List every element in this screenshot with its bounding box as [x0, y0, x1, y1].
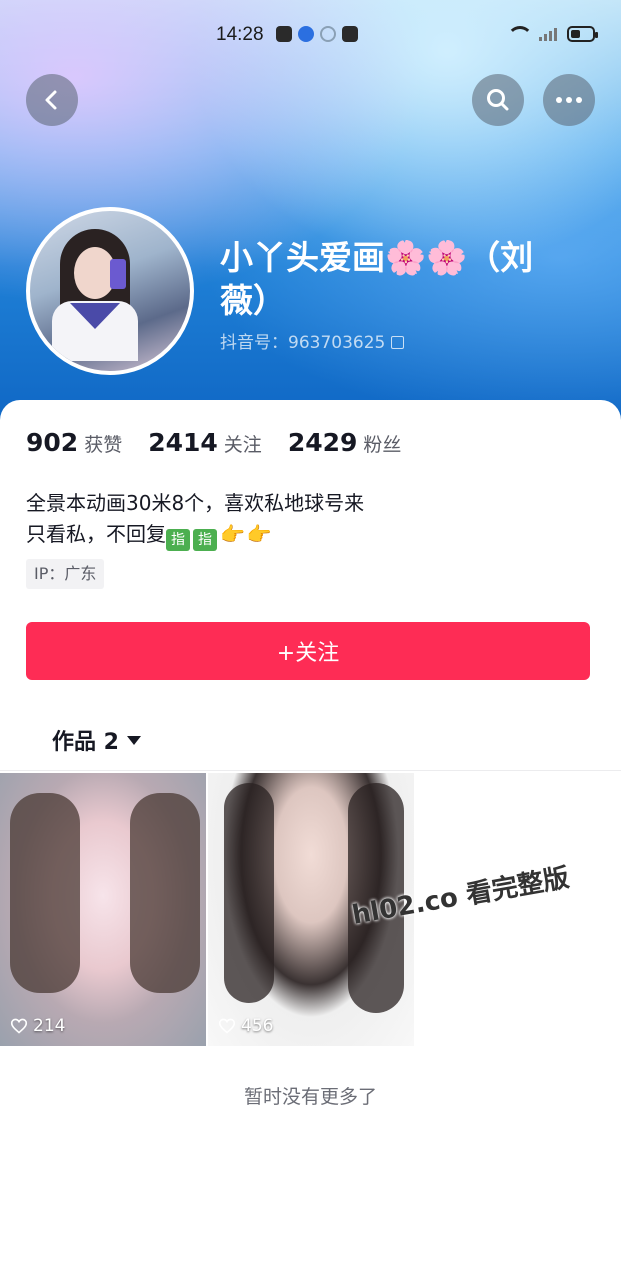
tab-works-label: 作品 2: [52, 730, 119, 755]
stat-value: 2429: [287, 428, 358, 457]
more-button[interactable]: [543, 74, 595, 126]
ip-location-badge: IP：广东: [26, 559, 105, 589]
back-button[interactable]: [26, 74, 78, 126]
caret-down-icon[interactable]: [126, 735, 141, 745]
stat-label: 获赞: [84, 434, 123, 456]
stat-label: 关注: [223, 434, 262, 456]
bio-line-1: 全景本动画30米8个，喜欢私地球号来: [26, 491, 365, 515]
finger-emoji-tag: 指: [193, 529, 217, 551]
notification-icon: [276, 26, 292, 42]
search-button[interactable]: [472, 74, 524, 126]
video-likes-count: 214: [33, 1016, 66, 1036]
douyin-id-text: 抖音号：963703625: [220, 333, 386, 353]
stat-label: 粉丝: [363, 434, 402, 456]
copy-icon[interactable]: [391, 336, 405, 349]
stat-likes[interactable]: 902 获赞: [26, 428, 122, 457]
back-icon: [45, 90, 57, 110]
profile-stats: 902 获赞 2414 关注 2429 粉丝: [26, 428, 427, 457]
pointing-hand-icon: 👉: [220, 522, 245, 546]
heart-icon: [218, 1018, 236, 1034]
hotspot-icon: [320, 26, 336, 42]
douyin-id[interactable]: 抖音号：963703625: [220, 328, 405, 353]
video-thumbnail[interactable]: 214: [0, 773, 206, 1046]
more-icon: [556, 97, 582, 103]
notification-icons: [276, 26, 358, 42]
battery-icon: [567, 26, 598, 42]
stat-following[interactable]: 2414 关注: [148, 428, 262, 457]
tab-works[interactable]: 作品 2: [52, 724, 141, 756]
video-likes-count: 456: [241, 1016, 274, 1036]
stat-followers[interactable]: 2429 粉丝: [288, 428, 402, 457]
heart-icon: [10, 1018, 28, 1034]
video-likes: 214: [10, 1016, 65, 1036]
notification-icon: [342, 26, 358, 42]
stat-value: 902: [26, 428, 79, 457]
end-of-list-text: 暂时没有更多了: [243, 1086, 377, 1108]
system-icons: [507, 26, 598, 42]
status-time: 14:28: [216, 24, 264, 45]
tab-divider: [0, 770, 621, 771]
finger-emoji-tag: 指: [166, 529, 190, 551]
profile-name: 小丫头爱画🌸🌸（刘薇）: [220, 238, 534, 320]
video-likes: 456: [218, 1016, 273, 1036]
signal-icon: [539, 27, 557, 41]
app-notification-icon: [298, 26, 314, 42]
profile-bio: 全景本动画30米8个，喜欢私地球号来 只看私，不回复指指 👉 👉: [26, 488, 446, 551]
bio-line-2: 只看私，不回复指指 👉 👉: [26, 519, 446, 551]
bio-line-2-text: 只看私，不回复: [26, 522, 166, 546]
pointing-hand-icon: 👉: [246, 522, 272, 546]
follow-button[interactable]: +关注: [26, 622, 590, 680]
search-icon: [487, 89, 509, 111]
stat-value: 2414: [148, 428, 218, 457]
wifi-icon: [507, 26, 533, 42]
avatar[interactable]: [26, 207, 194, 375]
status-bar: 14:28: [0, 0, 621, 72]
